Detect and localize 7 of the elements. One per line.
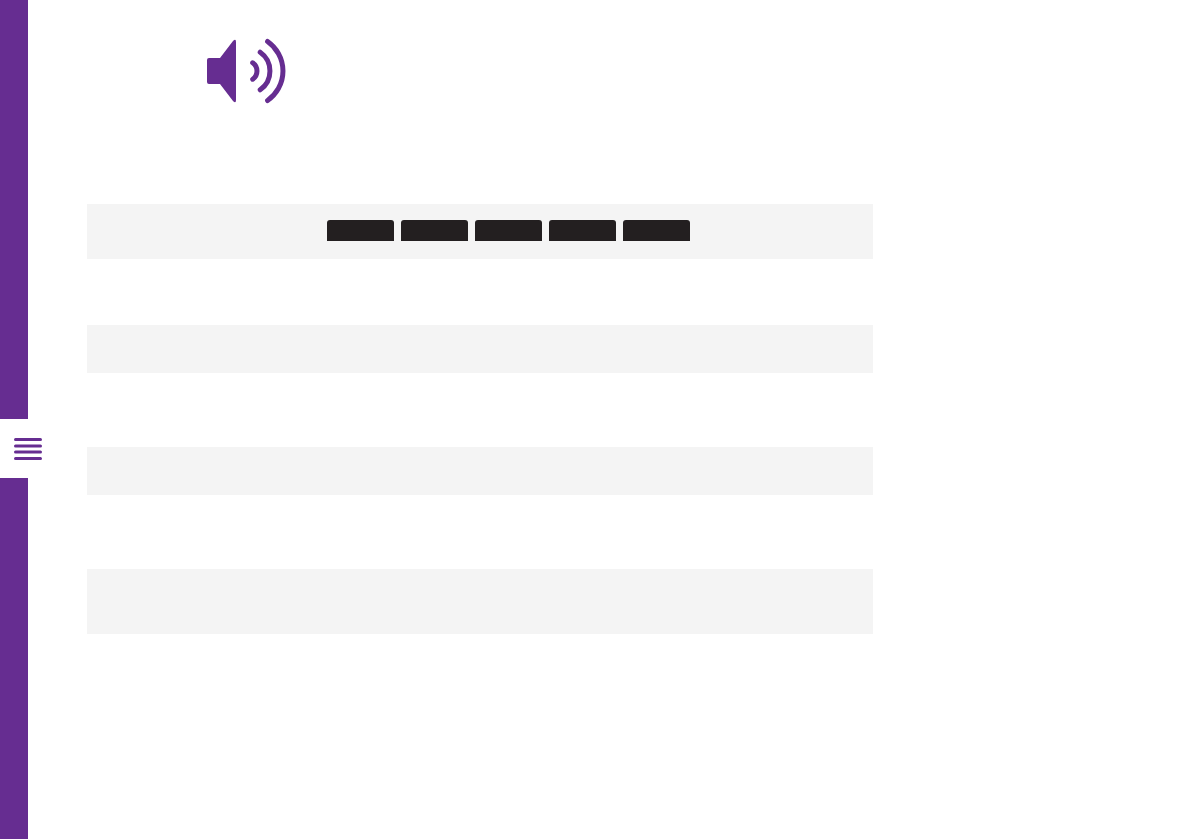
- redaction-bar-icon: [327, 220, 394, 241]
- redaction-bar-icon: [623, 220, 690, 241]
- redaction-bar-icon: [475, 220, 542, 241]
- speaker-icon: [207, 38, 287, 104]
- menu-icon: [14, 437, 42, 460]
- redaction-bar-icon: [401, 220, 468, 241]
- redaction-bar-icon: [549, 220, 616, 241]
